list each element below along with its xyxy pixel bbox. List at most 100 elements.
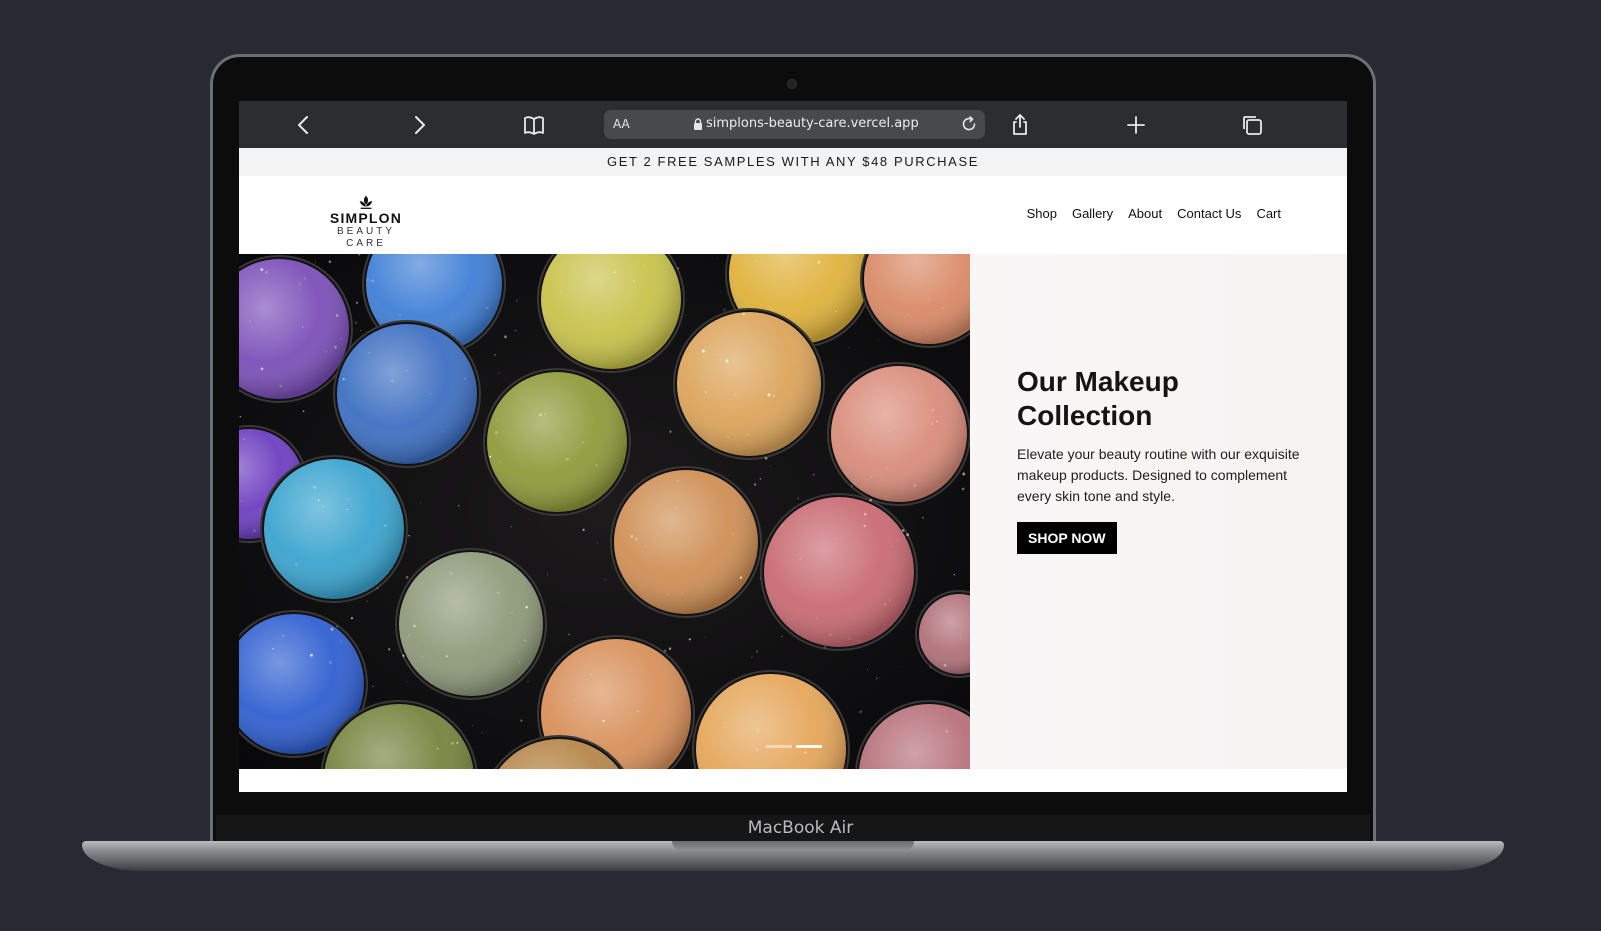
glitter-speck (953, 574, 955, 576)
glitter-speck (360, 330, 362, 331)
glitter-speck (799, 559, 801, 560)
glitter-speck (563, 745, 565, 747)
slider-dot-2[interactable] (796, 745, 822, 748)
tabs-overview-icon[interactable] (1240, 113, 1264, 137)
glitter-speck (299, 288, 301, 290)
glitter-speck (602, 719, 605, 722)
glitter-speck (387, 572, 389, 574)
glitter-speck (544, 312, 547, 315)
glitter-speck (402, 654, 405, 657)
glitter-speck (921, 516, 925, 519)
glitter-speck (643, 265, 646, 268)
glitter-speck (725, 359, 729, 363)
glitter-speck (716, 352, 719, 356)
glitter-speck (620, 754, 623, 756)
glitter-speck (815, 617, 818, 620)
glitter-speck (936, 420, 939, 423)
bookmarks-icon[interactable] (522, 113, 546, 137)
glitter-speck (817, 260, 821, 264)
forward-icon[interactable] (407, 113, 431, 137)
nav-gallery[interactable]: Gallery (1072, 206, 1113, 221)
shop-now-button[interactable]: SHOP NOW (1017, 522, 1117, 554)
glitter-speck (705, 391, 707, 393)
glitter-speck (881, 475, 882, 476)
glitter-speck (346, 423, 347, 424)
glitter-speck (943, 663, 947, 667)
glitter-speck (329, 661, 332, 664)
glitter-speck (944, 257, 946, 259)
device-label: MacBook Air (747, 818, 854, 838)
glitter-speck (335, 625, 339, 628)
site-logo[interactable]: SIMPLON BEAUTY CARE (315, 193, 417, 250)
glitter-speck (755, 260, 757, 262)
glitter-speck (442, 431, 444, 433)
glitter-speck (243, 438, 246, 441)
new-tab-icon[interactable] (1124, 113, 1148, 137)
glitter-speck (487, 612, 489, 613)
glitter-speck (272, 648, 274, 650)
share-icon[interactable] (1008, 113, 1032, 137)
glitter-speck (767, 393, 771, 397)
glitter-speck (520, 719, 523, 722)
glitter-speck (582, 441, 584, 443)
reader-aa-button[interactable]: AA (613, 117, 630, 131)
glitter-speck (812, 473, 815, 476)
glitter-speck (708, 737, 710, 739)
glitter-speck (742, 312, 745, 316)
glitter-speck (624, 470, 626, 472)
glitter-speck (645, 545, 647, 547)
glitter-speck (503, 570, 505, 571)
glitter-speck (703, 636, 705, 638)
glitter-speck (451, 333, 453, 335)
slider-dot-1[interactable] (766, 745, 792, 748)
glitter-speck (575, 699, 577, 701)
glitter-speck (666, 593, 669, 596)
glitter-speck (328, 260, 332, 264)
glitter-speck (591, 258, 592, 260)
glitter-speck (869, 498, 872, 502)
glitter-speck (727, 436, 730, 438)
glitter-speck (733, 732, 735, 734)
glitter-speck (887, 430, 890, 432)
glitter-speck (384, 525, 386, 527)
glitter-speck (855, 397, 857, 399)
glitter-speck (962, 592, 964, 594)
glitter-speck (497, 591, 500, 594)
glitter-speck (525, 606, 528, 609)
glitter-speck (892, 546, 893, 548)
glitter-speck (259, 509, 262, 511)
glitter-speck (688, 638, 691, 641)
glitter-speck (260, 367, 264, 371)
glitter-speck (669, 430, 672, 433)
glitter-speck (371, 279, 374, 283)
glitter-speck (413, 625, 416, 628)
glitter-speck (921, 646, 923, 648)
glitter-speck (759, 577, 761, 579)
glitter-speck (366, 600, 368, 602)
glitter-speck (494, 354, 496, 356)
glitter-speck (391, 380, 393, 382)
glitter-speck (599, 280, 601, 282)
screen: AA simplons-beauty-care.vercel.app GET 2… (239, 101, 1347, 792)
glitter-speck (859, 710, 862, 714)
nav-cart[interactable]: Cart (1256, 206, 1281, 221)
nav-about[interactable]: About (1128, 206, 1162, 221)
palette-pan-shine (764, 497, 914, 647)
hero-title-line-2: Collection (1017, 400, 1153, 431)
glitter-speck (806, 727, 808, 728)
glitter-speck (399, 314, 401, 316)
nav-shop[interactable]: Shop (1027, 206, 1057, 221)
address-bar[interactable]: AA simplons-beauty-care.vercel.app (604, 110, 985, 139)
glitter-speck (260, 268, 264, 272)
back-icon[interactable] (292, 113, 316, 137)
palette-pan-shine (399, 552, 543, 696)
nav-contact-us[interactable]: Contact Us (1177, 206, 1241, 221)
glitter-speck (954, 256, 956, 258)
glitter-speck (620, 552, 622, 554)
glitter-speck (913, 484, 917, 488)
glitter-speck (410, 599, 412, 601)
reload-icon[interactable] (959, 114, 979, 134)
glitter-speck (489, 551, 492, 554)
glitter-speck (419, 502, 421, 504)
base-notch (672, 841, 914, 851)
